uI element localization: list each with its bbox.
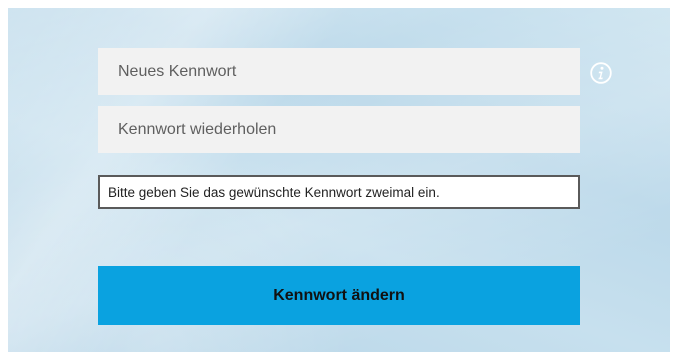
repeat-password-field[interactable] (98, 106, 580, 153)
new-password-field[interactable] (98, 48, 580, 95)
info-icon[interactable] (590, 62, 612, 84)
password-change-panel: Bitte geben Sie das gewünschte Kennwort … (8, 8, 670, 352)
change-password-button[interactable]: Kennwort ändern (98, 266, 580, 325)
password-hint-tooltip: Bitte geben Sie das gewünschte Kennwort … (98, 175, 580, 209)
